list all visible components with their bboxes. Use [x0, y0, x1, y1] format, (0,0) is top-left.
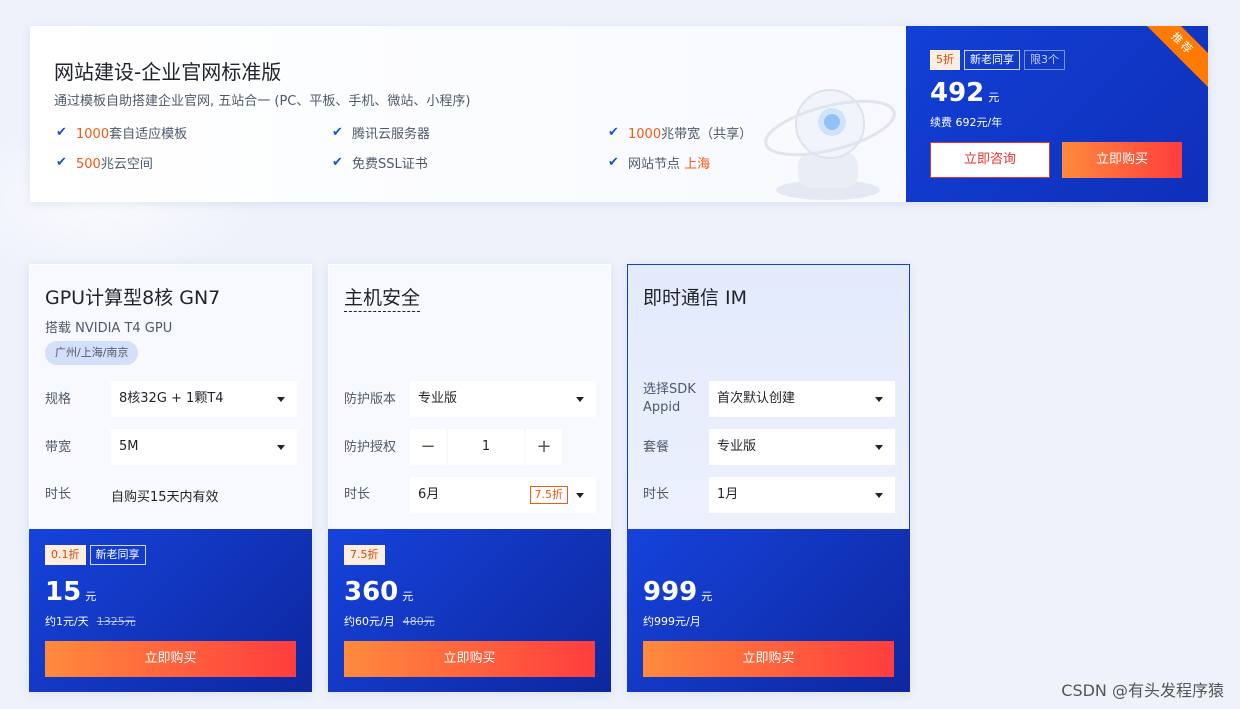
sdk-appid-label: 选择SDK Appid	[643, 382, 696, 415]
sdk-appid-select[interactable]: 首次默认创建	[709, 381, 895, 417]
duration-select[interactable]: 6月 7.5折	[410, 477, 596, 513]
check-icon: ✔	[332, 125, 343, 140]
card-title: 主机安全	[344, 283, 421, 312]
feature-server: ✔ 腾讯云服务器	[332, 125, 431, 142]
price-tags: 0.1折 新老同享	[45, 545, 146, 565]
shared-tag: 新老同享	[964, 50, 1020, 70]
card-price-panel: 0.1折 新老同享 15 元 约1元/天 1325元 立即购买	[29, 529, 312, 692]
spec-select[interactable]: 8核32G + 1颗T4	[111, 381, 297, 417]
minus-button[interactable]: −	[410, 429, 446, 465]
plan-select[interactable]: 专业版	[709, 429, 895, 465]
banner-purchase-panel: 推荐 5折 新老同享 限3个 492 元 续费 692元/年 立即咨询 立即购买	[906, 26, 1208, 202]
security-buy-button[interactable]: 立即购买	[344, 641, 595, 677]
spec-label: 规格	[45, 392, 72, 407]
discount-tag: 7.5折	[344, 545, 385, 565]
chevron-down-icon	[576, 397, 584, 402]
original-price: 480元	[402, 615, 435, 628]
edition-label: 防护版本	[344, 392, 397, 407]
region-badge: 广州/上海/南京	[45, 341, 139, 365]
chevron-down-icon	[277, 397, 285, 402]
watermark: CSDN @有头发程序猿	[1061, 681, 1224, 700]
feature-storage: ✔ 500兆云空间	[56, 155, 153, 172]
duration-label: 时长	[344, 487, 371, 502]
edition-select[interactable]: 专业版	[410, 381, 596, 417]
license-label: 防护授权	[344, 440, 397, 455]
chevron-down-icon	[277, 445, 285, 450]
discount-badge: 7.5折	[529, 486, 568, 504]
gpu-buy-button[interactable]: 立即购买	[45, 641, 296, 677]
chevron-down-icon	[875, 445, 883, 450]
feature-node: ✔ 网站节点 上海	[608, 155, 711, 172]
duration-value: 自购买15天内有效	[111, 490, 219, 505]
check-icon: ✔	[56, 155, 67, 170]
renew-price: 续费 692元/年	[930, 116, 1003, 129]
price-tags: 7.5折	[344, 545, 385, 565]
recommend-ribbon: 推荐	[1131, 26, 1208, 95]
card-price: 15 元	[45, 577, 97, 607]
banner-buy-button[interactable]: 立即购买	[1062, 142, 1182, 178]
check-icon: ✔	[332, 155, 343, 170]
consult-button[interactable]: 立即咨询	[930, 142, 1050, 178]
card-title: GPU计算型8核 GN7	[45, 287, 221, 309]
duration-label: 时长	[643, 487, 670, 502]
original-price: 1325元	[96, 615, 136, 628]
check-icon: ✔	[608, 155, 619, 170]
card-subtitle: 搭载 NVIDIA T4 GPU	[45, 321, 173, 336]
card-price-panel: 7.5折 360 元 约60元/月 480元 立即购买	[328, 529, 611, 692]
card-price: 360 元	[344, 577, 414, 607]
card-price-panel: 999 元 约999元/月 立即购买	[627, 529, 910, 692]
robot-illustration	[764, 89, 896, 200]
price-per-period: 约1元/天 1325元	[45, 615, 136, 628]
price-per-period: 约999元/月	[643, 615, 701, 628]
discount-tag: 5折	[930, 50, 960, 70]
feature-ssl: ✔ 免费SSL证书	[332, 155, 428, 172]
feature-templates: ✔ 1000套自适应模板	[56, 125, 188, 142]
chevron-down-icon	[576, 493, 584, 498]
plus-button[interactable]: +	[526, 429, 562, 465]
check-icon: ✔	[56, 125, 67, 140]
chevron-down-icon	[875, 493, 883, 498]
license-count[interactable]: 1	[448, 429, 524, 465]
card-title: 即时通信 IM	[643, 287, 748, 309]
banner-tags: 5折 新老同享 限3个	[930, 50, 1065, 70]
feature-bandwidth: ✔ 1000兆带宽（共享）	[608, 125, 753, 142]
duration-select[interactable]: 1月	[709, 477, 895, 513]
banner-title: 网站建设-企业官网标准版	[54, 60, 282, 84]
im-buy-button[interactable]: 立即购买	[643, 641, 894, 677]
license-stepper: − 1 +	[410, 429, 562, 465]
bandwidth-select[interactable]: 5M	[111, 429, 297, 465]
check-icon: ✔	[608, 125, 619, 140]
duration-label: 时长	[45, 487, 72, 502]
gpu-product-card: GPU计算型8核 GN7 搭载 NVIDIA T4 GPU 广州/上海/南京 规…	[29, 264, 312, 692]
plan-label: 套餐	[643, 440, 670, 455]
chevron-down-icon	[875, 397, 883, 402]
banner-subtitle: 通过模板自助搭建企业官网, 五站合一 (PC、平板、手机、微站、小程序)	[54, 94, 471, 109]
host-security-card: 主机安全 防护版本 专业版 防护授权 − 1 + 时长 6月 7.5折 7.5折…	[328, 264, 611, 692]
banner-price: 492 元	[930, 78, 1000, 108]
shared-tag: 新老同享	[89, 545, 146, 565]
discount-tag: 0.1折	[45, 545, 86, 565]
price-per-period: 约60元/月 480元	[344, 615, 435, 628]
limit-tag: 限3个	[1024, 50, 1065, 70]
bandwidth-label: 带宽	[45, 440, 72, 455]
website-package-banner: 网站建设-企业官网标准版 通过模板自助搭建企业官网, 五站合一 (PC、平板、手…	[30, 26, 1208, 202]
im-product-card: 即时通信 IM 选择SDK Appid 首次默认创建 套餐 专业版 时长 1月 …	[627, 264, 910, 692]
card-price: 999 元	[643, 577, 713, 607]
